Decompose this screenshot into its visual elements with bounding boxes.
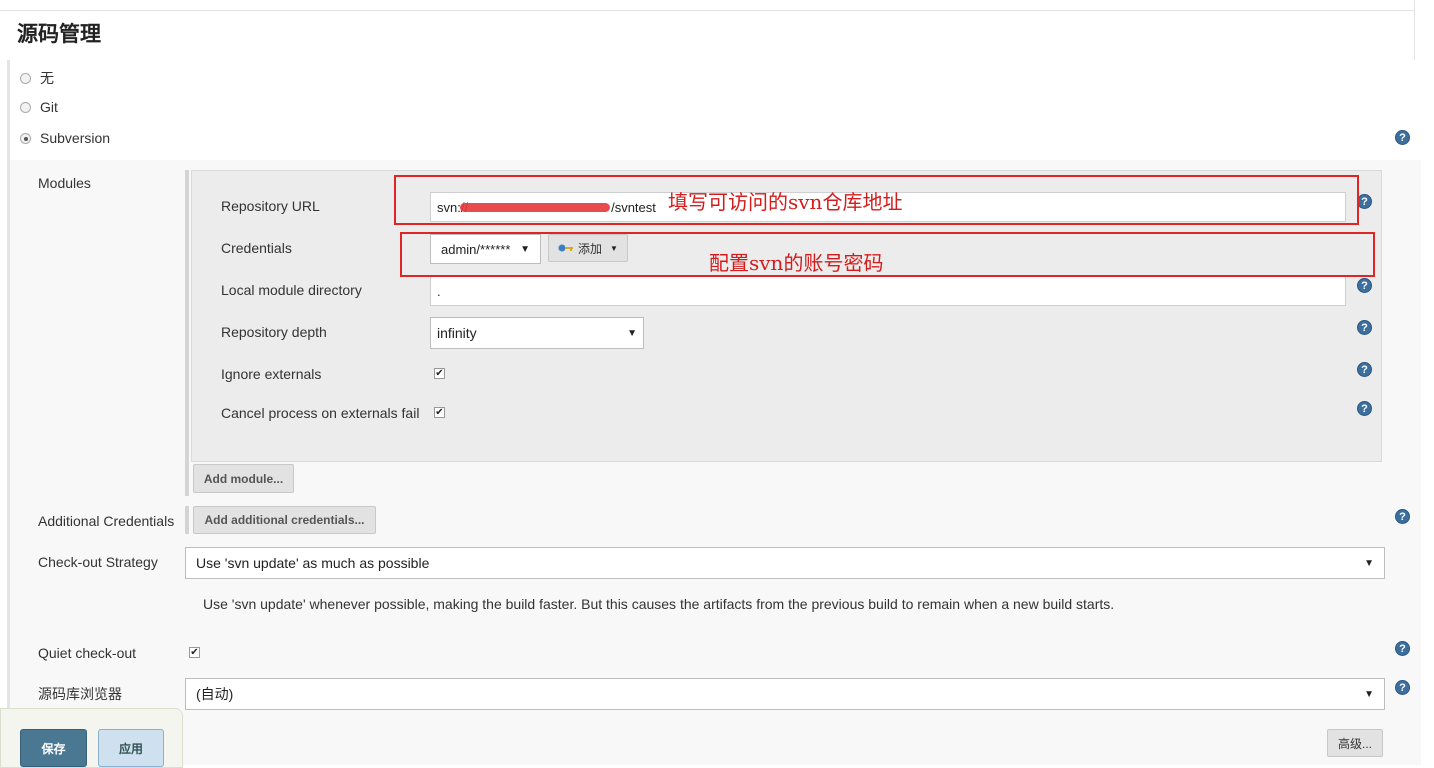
repository-depth-label: Repository depth bbox=[221, 324, 327, 340]
annotation-url-note: 填写可访问的svn仓库地址 bbox=[668, 190, 903, 214]
help-icon[interactable]: ? bbox=[1357, 194, 1372, 209]
checkout-strategy-selected: Use 'svn update' as much as possible bbox=[196, 555, 430, 571]
cancel-process-checkbox[interactable]: ✔ bbox=[434, 407, 445, 418]
help-icon[interactable]: ? bbox=[1395, 680, 1410, 695]
ignore-externals-label: Ignore externals bbox=[221, 366, 322, 382]
help-icon[interactable]: ? bbox=[1357, 278, 1372, 293]
repo-browser-select[interactable]: (自动) ▼ bbox=[185, 678, 1385, 710]
modules-bar bbox=[185, 170, 189, 496]
repo-browser-selected: (自动) bbox=[196, 686, 234, 702]
modules-label: Modules bbox=[38, 175, 91, 191]
radio-none[interactable] bbox=[20, 72, 31, 84]
help-icon[interactable]: ? bbox=[1357, 362, 1372, 377]
annotation-cred-note: 配置svn的账号密码 bbox=[709, 251, 884, 275]
radio-git[interactable] bbox=[20, 101, 31, 113]
local-module-directory-value: . bbox=[437, 283, 441, 299]
repository-depth-select[interactable]: infinity ▼ bbox=[430, 317, 644, 349]
scm-option-git[interactable]: Git bbox=[20, 99, 58, 115]
credentials-label: Credentials bbox=[221, 240, 292, 256]
chevron-down-icon: ▼ bbox=[627, 327, 637, 339]
scm-option-label: 无 bbox=[40, 70, 54, 86]
scm-option-subversion[interactable]: Subversion bbox=[20, 130, 110, 146]
quiet-checkout-label: Quiet check-out bbox=[38, 645, 137, 661]
add-additional-credentials-button[interactable]: Add additional credentials... bbox=[193, 506, 376, 534]
annotation-box-credentials bbox=[400, 232, 1375, 277]
additional-credentials-label: Additional Credentials bbox=[38, 513, 175, 529]
help-icon[interactable]: ? bbox=[1357, 401, 1372, 416]
scm-option-none[interactable]: 无 bbox=[20, 68, 54, 88]
chevron-down-icon: ▼ bbox=[1364, 688, 1374, 700]
repository-url-label: Repository URL bbox=[221, 198, 320, 214]
advanced-button[interactable]: 高级... bbox=[1327, 729, 1383, 757]
additional-credentials-bar bbox=[185, 506, 189, 534]
radio-subversion[interactable] bbox=[20, 132, 31, 144]
top-divider bbox=[0, 10, 1414, 11]
section-title: 源码管理 bbox=[17, 23, 101, 46]
apply-button[interactable]: 应用 bbox=[98, 729, 164, 767]
cancel-process-label: Cancel process on externals fail bbox=[221, 405, 420, 421]
help-icon[interactable]: ? bbox=[1395, 641, 1410, 656]
checkout-strategy-select[interactable]: Use 'svn update' as much as possible ▼ bbox=[185, 547, 1385, 579]
checkout-strategy-label: Check-out Strategy bbox=[38, 554, 158, 570]
quiet-checkout-checkbox[interactable]: ✔ bbox=[189, 647, 200, 658]
repository-depth-selected: infinity bbox=[437, 325, 477, 341]
help-icon[interactable]: ? bbox=[1395, 130, 1410, 145]
add-module-button[interactable]: Add module... bbox=[193, 464, 294, 493]
help-icon[interactable]: ? bbox=[1395, 509, 1410, 524]
checkout-strategy-description: Use 'svn update' whenever possible, maki… bbox=[203, 596, 1115, 612]
repo-browser-label: 源码库浏览器 bbox=[38, 686, 122, 702]
ignore-externals-checkbox[interactable]: ✔ bbox=[434, 368, 445, 379]
save-button[interactable]: 保存 bbox=[20, 729, 87, 767]
local-module-directory-label: Local module directory bbox=[221, 282, 362, 298]
scm-option-label: Git bbox=[40, 99, 58, 115]
scm-option-label: Subversion bbox=[40, 130, 111, 146]
chevron-down-icon: ▼ bbox=[1364, 557, 1374, 569]
local-module-directory-input[interactable]: . bbox=[430, 276, 1346, 306]
help-icon[interactable]: ? bbox=[1357, 320, 1372, 335]
right-divider bbox=[1414, 0, 1415, 60]
